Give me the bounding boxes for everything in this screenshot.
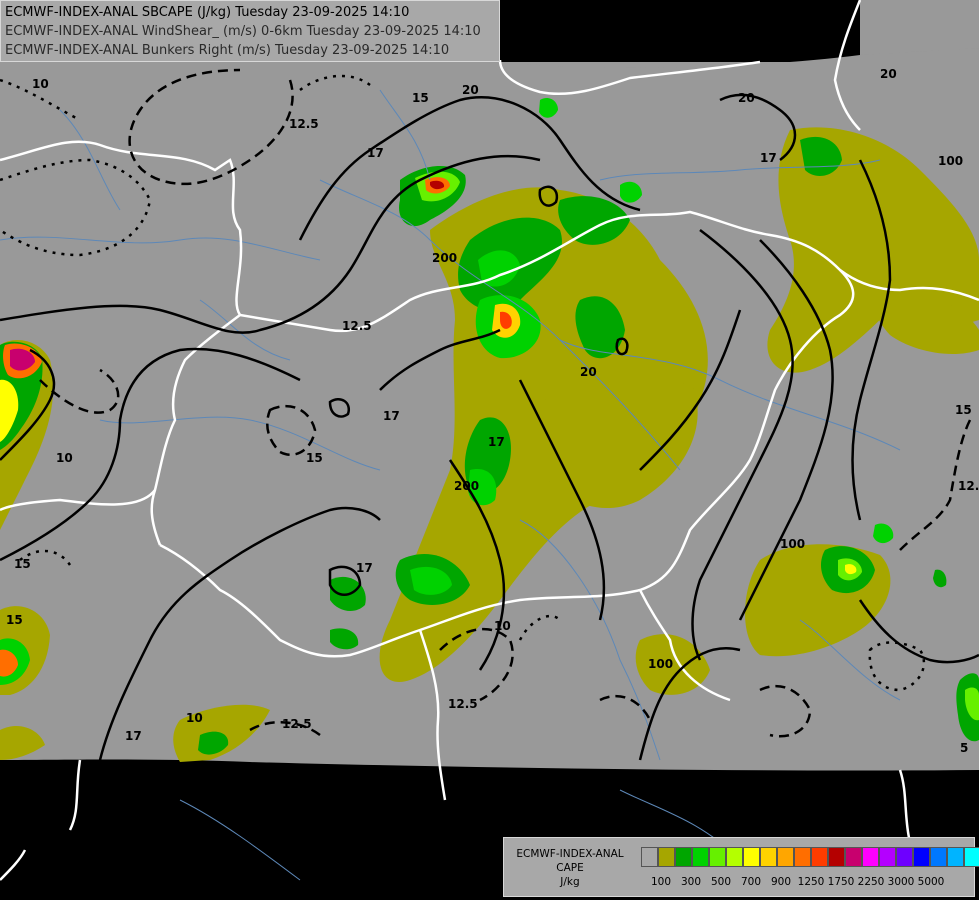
- legend-swatch: [862, 847, 879, 867]
- legend-swatch: [726, 847, 743, 867]
- legend-swatch: [913, 847, 930, 867]
- legend-swatch: [641, 847, 658, 867]
- contour-label: 17: [356, 561, 373, 575]
- contour-label: 10: [56, 451, 73, 465]
- contour-label: 100: [648, 657, 673, 671]
- legend-swatch: [930, 847, 947, 867]
- legend-swatch: [828, 847, 845, 867]
- legend-swatch: [964, 847, 979, 867]
- contour-label: 17: [367, 146, 384, 160]
- legend-swatch: [777, 847, 794, 867]
- legend-swatch: [879, 847, 896, 867]
- contour-label: 12.5: [282, 717, 312, 731]
- weather-map: 10 12.5 15 17 20 10 12.5 15 17 20 17 12.…: [0, 0, 979, 900]
- legend-swatch: [845, 847, 862, 867]
- legend-tick-label: 5000: [917, 876, 945, 888]
- legend-tick-label: 100: [650, 876, 672, 888]
- legend-title-line1: ECMWF-INDEX-ANAL: [516, 848, 624, 860]
- legend-swatch: [658, 847, 675, 867]
- legend-color-scale: [641, 847, 979, 867]
- cape-legend: ECMWF-INDEX-ANAL CAPE J/kg 100 300 500 700 9…: [503, 837, 979, 897]
- legend-tick-label: 900: [770, 876, 792, 888]
- contour-label: 5: [960, 741, 968, 755]
- contour-label: 10: [186, 711, 203, 725]
- map-title-box: ECMWF-INDEX-ANAL SBCAPE (J/kg) Tuesday 2…: [0, 0, 500, 62]
- legend-tick-label: 3000: [887, 876, 915, 888]
- legend-tick-labels: 100 300 500 700 900 1250 1750 2250 3000 5000: [641, 876, 971, 890]
- legend-tick-label: 2250: [857, 876, 885, 888]
- contour-label: 17: [383, 409, 400, 423]
- contour-label: 15: [306, 451, 323, 465]
- legend-tick-label: 500: [710, 876, 732, 888]
- contour-label: 10: [32, 77, 49, 91]
- title-bunkers: ECMWF-INDEX-ANAL Bunkers Right (m/s) Tue…: [5, 43, 450, 58]
- contour-label: 17: [760, 151, 777, 165]
- contour-label: 17: [488, 435, 505, 449]
- contour-label: 20: [462, 83, 479, 97]
- legend-swatch: [743, 847, 760, 867]
- legend-swatch: [811, 847, 828, 867]
- contour-label: 100: [780, 537, 805, 551]
- contour-label: 12.5: [958, 479, 979, 493]
- contour-label: 10: [494, 619, 511, 633]
- legend-swatch: [794, 847, 811, 867]
- legend-swatch: [709, 847, 726, 867]
- contour-label: 12.5: [342, 319, 372, 333]
- contour-label: 15: [6, 613, 23, 627]
- contour-label: 200: [432, 251, 457, 265]
- contour-label: 20: [738, 91, 755, 105]
- legend-title: ECMWF-INDEX-ANAL CAPE J/kg: [508, 847, 632, 889]
- legend-tick-label: 1750: [827, 876, 855, 888]
- contour-label: 12.5: [448, 697, 478, 711]
- title-windshear: ECMWF-INDEX-ANAL WindShear_ (m/s) 0-6km …: [5, 24, 481, 39]
- contour-label: 20: [880, 67, 897, 81]
- legend-tick-label: 300: [680, 876, 702, 888]
- contour-label: 12.5: [289, 117, 319, 131]
- legend-unit: J/kg: [560, 876, 580, 888]
- contour-label: 200: [454, 479, 479, 493]
- contour-label: 15: [955, 403, 972, 417]
- contour-label: 17: [125, 729, 142, 743]
- legend-swatch: [947, 847, 964, 867]
- title-sbcape: ECMWF-INDEX-ANAL SBCAPE (J/kg) Tuesday 2…: [5, 5, 410, 20]
- legend-title-line2: CAPE: [556, 862, 584, 874]
- legend-swatch: [760, 847, 777, 867]
- legend-tick-label: 700: [740, 876, 762, 888]
- legend-swatch: [896, 847, 913, 867]
- contour-label: 15: [14, 557, 31, 571]
- contour-label: 15: [412, 91, 429, 105]
- legend-swatch: [675, 847, 692, 867]
- outside-domain-top: [500, 0, 860, 62]
- contour-label: 20: [580, 365, 597, 379]
- contour-label: 100: [938, 154, 963, 168]
- legend-swatch: [692, 847, 709, 867]
- legend-tick-label: 1250: [797, 876, 825, 888]
